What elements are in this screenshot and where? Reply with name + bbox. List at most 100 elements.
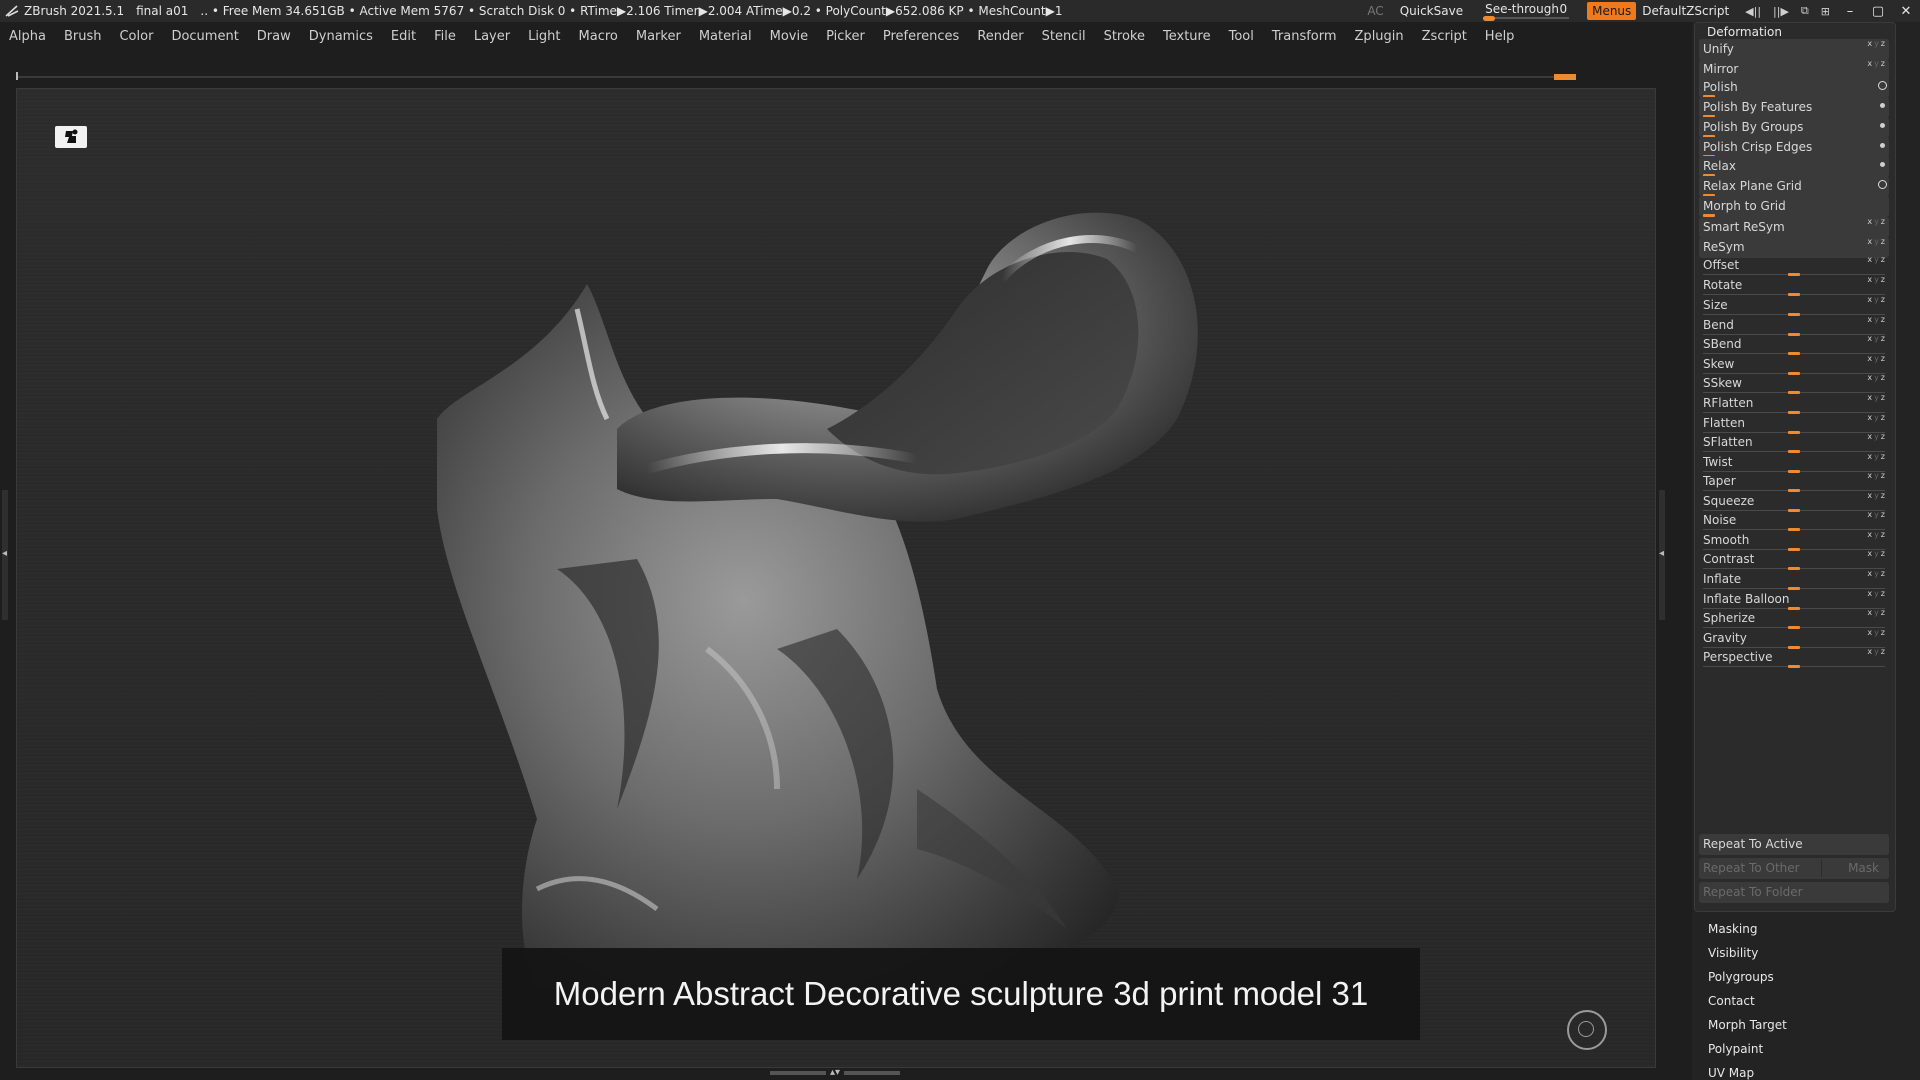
deformation-noise-slider[interactable]: Noise xyz <box>1699 510 1889 531</box>
deformation-taper-slider[interactable]: Taper xyz <box>1699 471 1889 492</box>
menu-transform[interactable]: Transform <box>1263 29 1346 44</box>
deformation-flatten-slider[interactable]: Flatten xyz <box>1699 413 1889 434</box>
deformation-unify-button[interactable]: Unify xyz <box>1699 39 1889 60</box>
menu-picker[interactable]: Picker <box>817 29 874 44</box>
menu-macro[interactable]: Macro <box>570 29 627 44</box>
deformation-skew-slider[interactable]: Skew xyz <box>1699 354 1889 375</box>
timeline-marker[interactable] <box>1554 74 1576 80</box>
menus-toggle-button[interactable]: Menus <box>1587 2 1637 20</box>
axis-toggle-icon[interactable]: xyz <box>1867 549 1887 558</box>
mode-dot-icon[interactable] <box>1880 143 1885 148</box>
navigation-gizmo-icon[interactable] <box>1567 1010 1607 1050</box>
axis-toggle-icon[interactable]: xyz <box>1867 510 1887 519</box>
deformation-gravity-slider[interactable]: Gravity xyz <box>1699 628 1889 649</box>
menu-document[interactable]: Document <box>162 29 247 44</box>
slider-knob[interactable] <box>1788 665 1800 668</box>
menu-render[interactable]: Render <box>968 29 1032 44</box>
document-canvas[interactable]: Modern Abstract Decorative sculpture 3d … <box>16 88 1656 1068</box>
deformation-relax-plane-grid-button[interactable]: Relax Plane Grid <box>1699 176 1889 197</box>
menu-tool[interactable]: Tool <box>1220 29 1263 44</box>
deformation-relax-button[interactable]: Relax <box>1699 156 1889 177</box>
mode-circle-icon[interactable] <box>1878 81 1887 90</box>
menu-marker[interactable]: Marker <box>627 29 690 44</box>
axis-toggle-icon[interactable]: xyz <box>1867 647 1887 656</box>
subpalette-morph-target[interactable]: Morph Target <box>1708 1018 1787 1032</box>
menu-stencil[interactable]: Stencil <box>1033 29 1095 44</box>
minimize-button[interactable]: – <box>1836 4 1864 19</box>
subpalette-polygroups[interactable]: Polygroups <box>1708 970 1774 984</box>
deformation-inflate-slider[interactable]: Inflate xyz <box>1699 569 1889 590</box>
menu-edit[interactable]: Edit <box>382 29 425 44</box>
layout-right-icon[interactable]: ||▶ <box>1773 5 1789 18</box>
axis-toggle-icon[interactable]: xyz <box>1867 39 1887 48</box>
menu-texture[interactable]: Texture <box>1154 29 1220 44</box>
axis-toggle-icon[interactable]: xyz <box>1867 275 1887 284</box>
deformation-sskew-slider[interactable]: SSkew xyz <box>1699 373 1889 394</box>
axis-toggle-icon[interactable]: xyz <box>1867 491 1887 500</box>
menu-preferences[interactable]: Preferences <box>874 29 968 44</box>
menu-stroke[interactable]: Stroke <box>1095 29 1154 44</box>
axis-toggle-icon[interactable]: xyz <box>1867 237 1887 246</box>
menu-zplugin[interactable]: Zplugin <box>1346 29 1413 44</box>
axis-toggle-icon[interactable]: xyz <box>1867 589 1887 598</box>
deformation-smooth-slider[interactable]: Smooth xyz <box>1699 530 1889 551</box>
camera-view-icon[interactable] <box>55 126 87 148</box>
menu-material[interactable]: Material <box>690 29 761 44</box>
deformation-perspective-slider[interactable]: Perspective xyz <box>1699 647 1889 668</box>
deformation-sbend-slider[interactable]: SBend xyz <box>1699 334 1889 355</box>
menu-color[interactable]: Color <box>110 29 162 44</box>
axis-toggle-icon[interactable]: xyz <box>1867 354 1887 363</box>
axis-toggle-icon[interactable]: xyz <box>1867 608 1887 617</box>
subpalette-masking[interactable]: Masking <box>1708 922 1757 936</box>
axis-toggle-icon[interactable]: xyz <box>1867 315 1887 324</box>
mode-dot-icon[interactable] <box>1880 162 1885 167</box>
deformation-size-slider[interactable]: Size xyz <box>1699 295 1889 316</box>
ac-button[interactable]: AC <box>1367 4 1383 18</box>
deformation-offset-slider[interactable]: Offset xyz <box>1699 255 1889 276</box>
axis-toggle-icon[interactable]: xyz <box>1867 295 1887 304</box>
deformation-polish-crisp-edges-button[interactable]: Polish Crisp Edges <box>1699 137 1889 158</box>
axis-toggle-icon[interactable]: xyz <box>1867 432 1887 441</box>
deformation-rflatten-slider[interactable]: RFlatten xyz <box>1699 393 1889 414</box>
subpalette-uv-map[interactable]: UV Map <box>1708 1066 1754 1080</box>
seethrough-knob[interactable] <box>1483 16 1496 21</box>
menu-help[interactable]: Help <box>1476 29 1524 44</box>
seethrough-slider[interactable]: See-through 0 <box>1481 1 1575 21</box>
menu-alpha[interactable]: Alpha <box>0 29 55 44</box>
axis-toggle-icon[interactable]: xyz <box>1867 530 1887 539</box>
axis-toggle-icon[interactable]: xyz <box>1867 413 1887 422</box>
deformation-title[interactable]: Deformation <box>1707 25 1782 39</box>
axis-toggle-icon[interactable]: xyz <box>1867 217 1887 226</box>
deformation-squeeze-slider[interactable]: Squeeze xyz <box>1699 491 1889 512</box>
mode-circle-icon[interactable] <box>1878 180 1887 189</box>
window-layout-icon[interactable]: ⧉ <box>1801 4 1809 18</box>
deformation-polish-by-features-button[interactable]: Polish By Features <box>1699 97 1889 118</box>
left-tray-handle[interactable]: ◂ <box>2 490 8 620</box>
sculpture-model[interactable] <box>17 89 1655 1067</box>
repeat-to-folder-button[interactable]: Repeat To Folder <box>1699 882 1889 903</box>
maximize-button[interactable]: ▢ <box>1864 4 1892 19</box>
deformation-smart-resym-button[interactable]: Smart ReSym xyz <box>1699 217 1889 238</box>
axis-toggle-icon[interactable]: xyz <box>1867 393 1887 402</box>
panel-layout-icon[interactable]: ⊞ <box>1821 5 1830 18</box>
menu-zscript[interactable]: Zscript <box>1413 29 1476 44</box>
axis-toggle-icon[interactable]: xyz <box>1867 628 1887 637</box>
deformation-polish-button[interactable]: Polish <box>1699 77 1889 98</box>
subpalette-contact[interactable]: Contact <box>1708 994 1755 1008</box>
menu-light[interactable]: Light <box>519 29 569 44</box>
menu-brush[interactable]: Brush <box>55 29 111 44</box>
deformation-polish-by-groups-button[interactable]: Polish By Groups <box>1699 117 1889 138</box>
deformation-bend-slider[interactable]: Bend xyz <box>1699 315 1889 336</box>
axis-toggle-icon[interactable]: xyz <box>1867 471 1887 480</box>
default-zscript-button[interactable]: DefaultZScript <box>1642 4 1729 18</box>
deformation-spherize-slider[interactable]: Spherize xyz <box>1699 608 1889 629</box>
bottom-tray-handle[interactable]: ▴▾ <box>770 1068 901 1078</box>
quicksave-button[interactable]: QuickSave <box>1400 4 1463 18</box>
axis-toggle-icon[interactable]: xyz <box>1867 569 1887 578</box>
axis-toggle-icon[interactable]: xyz <box>1867 373 1887 382</box>
menu-layer[interactable]: Layer <box>465 29 519 44</box>
close-button[interactable]: ✕ <box>1892 4 1920 19</box>
menu-draw[interactable]: Draw <box>248 29 300 44</box>
deformation-sflatten-slider[interactable]: SFlatten xyz <box>1699 432 1889 453</box>
deformation-twist-slider[interactable]: Twist xyz <box>1699 452 1889 473</box>
